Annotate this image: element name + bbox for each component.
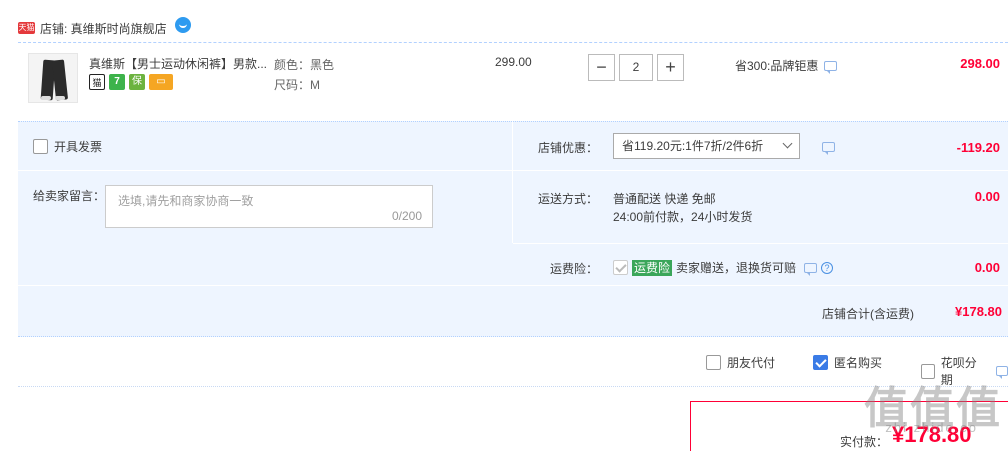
quantity-input[interactable]: 2 xyxy=(619,54,653,81)
watermark-sub: zhi.zhide.co xyxy=(885,420,978,435)
wangwang-icon[interactable] xyxy=(174,17,191,33)
seven-day-return-icon[interactable]: 7 xyxy=(109,74,125,90)
shipping-method: 普通配送 快递 免邮 xyxy=(613,192,716,206)
row-divider xyxy=(513,243,1008,244)
store-name[interactable]: 店铺: 真维斯时尚旗舰店 xyxy=(40,20,167,37)
row-divider xyxy=(18,170,512,171)
comment-icon[interactable] xyxy=(804,262,818,276)
sku-size: 尺码：M xyxy=(274,78,320,92)
shipping-amount: 0.00 xyxy=(974,189,1000,204)
credit-card-icon[interactable]: ▭ xyxy=(149,74,173,90)
sku-color: 颜色：黑色 xyxy=(274,58,335,72)
promo-text: 省300:品牌钜惠 xyxy=(735,59,819,73)
store-total-amount: ¥178.80 xyxy=(955,304,1002,319)
insurance-option: 运费险 卖家赠送，退换货可赔 ? xyxy=(613,259,834,276)
row-divider xyxy=(18,285,1008,286)
store-discount-label: 店铺优惠： xyxy=(538,141,599,155)
memo-placeholder: 选填,请先和商家协商一致 xyxy=(118,194,254,208)
store-total-label: 店铺合计(含运费) xyxy=(822,307,914,321)
anonymous-checkbox[interactable] xyxy=(813,355,828,370)
anonymous-option[interactable]: 匿名购买 xyxy=(813,354,882,371)
store-discount-select[interactable]: 省119.20元:1件7折/2件6折 xyxy=(613,133,800,159)
quantity-stepper: − 2 + xyxy=(588,54,684,82)
memo-textarea[interactable]: 选填,请先和商家协商一致 0/200 xyxy=(105,185,433,228)
friend-pay-label: 朋友代付 xyxy=(727,356,776,370)
panel-divider xyxy=(512,121,513,243)
decrease-button[interactable]: − xyxy=(588,54,615,81)
unit-price: 299.00 xyxy=(495,55,532,69)
item-promo: 省300:品牌钜惠 xyxy=(735,57,838,74)
store-header: 天猫 店铺: 真维斯时尚旗舰店 xyxy=(0,14,1008,42)
help-icon[interactable]: ? xyxy=(821,261,834,274)
divider xyxy=(18,386,1008,387)
tmall-badge: 天猫 xyxy=(18,22,35,34)
friend-pay-option[interactable]: 朋友代付 xyxy=(706,354,775,371)
store-discount-value: 省119.20元:1件7折/2件6折 xyxy=(622,139,764,153)
increase-button[interactable]: + xyxy=(657,54,684,81)
shipping-time: 24:00前付款，24小时发货 xyxy=(613,210,753,224)
insurance-label: 运费险： xyxy=(550,262,599,276)
comment-icon[interactable] xyxy=(822,142,835,155)
service-icons: 猫 7 保 ▭ xyxy=(89,74,173,90)
tmall-cat-icon[interactable]: 猫 xyxy=(89,74,105,90)
insurance-text: 卖家赠送，退换货可赔 xyxy=(676,261,797,275)
product-thumbnail[interactable] xyxy=(28,53,78,103)
insurance-amount: 0.00 xyxy=(974,260,1000,275)
guarantee-icon[interactable]: 保 xyxy=(129,74,145,90)
comment-icon[interactable] xyxy=(824,60,838,74)
row-divider xyxy=(513,170,1008,171)
invoice-checkbox[interactable] xyxy=(33,139,48,154)
insurance-checkbox xyxy=(613,260,628,275)
insurance-tag: 运费险 xyxy=(632,259,673,276)
invoice-label: 开具发票 xyxy=(54,140,103,154)
memo-label: 给卖家留言： xyxy=(33,189,106,203)
invoice-option[interactable]: 开具发票 xyxy=(33,138,102,155)
memo-char-count: 0/200 xyxy=(391,209,422,223)
chevron-down-icon xyxy=(782,138,793,149)
shipping-label: 运送方式： xyxy=(538,192,599,206)
divider xyxy=(18,42,1008,43)
store-discount-amount: -119.20 xyxy=(956,140,1000,155)
item-subtotal: 298.00 xyxy=(960,56,1000,71)
product-title[interactable]: 真维斯【男士运动休闲裤】男款... xyxy=(89,55,269,72)
anonymous-label: 匿名购买 xyxy=(834,356,883,370)
friend-pay-checkbox[interactable] xyxy=(706,355,721,370)
